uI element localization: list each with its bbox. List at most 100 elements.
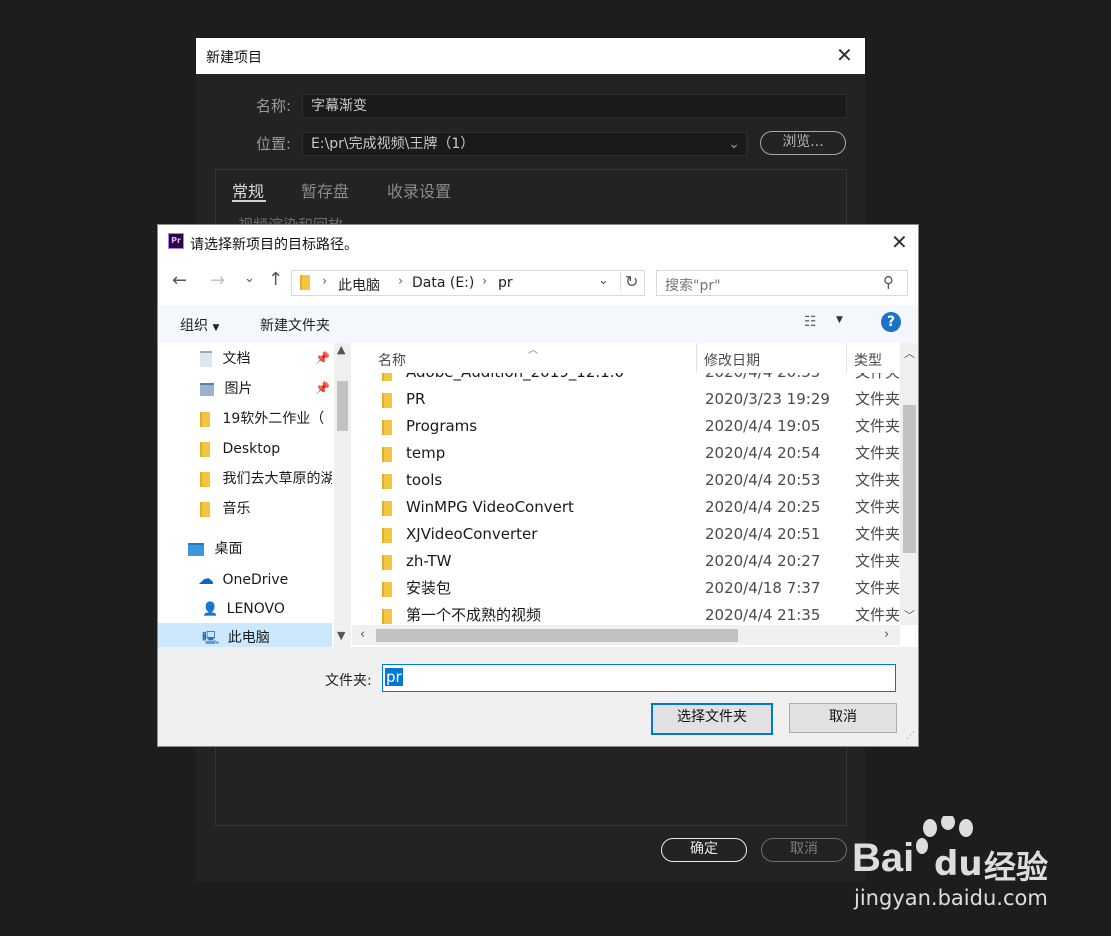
- file-name: Programs: [406, 417, 478, 435]
- table-row[interactable]: zh-TW 2020/4/4 20:27 文件夹: [352, 548, 900, 575]
- project-name-field[interactable]: 字幕渐变: [302, 94, 847, 118]
- tab-ingest-settings[interactable]: 收录设置: [387, 178, 451, 202]
- search-box[interactable]: 搜索"pr" ⚲: [656, 270, 908, 296]
- folder-picker-footer: 文件夹: pr 选择文件夹 取消 ⋰: [158, 647, 918, 746]
- close-icon[interactable]: ✕: [836, 44, 853, 66]
- table-row[interactable]: temp 2020/4/4 20:54 文件夹: [352, 440, 900, 467]
- new-folder-button[interactable]: 新建文件夹: [260, 315, 330, 335]
- forward-arrow-icon[interactable]: →: [210, 270, 225, 291]
- table-row[interactable]: XJVideoConverter 2020/4/4 20:51 文件夹: [352, 521, 900, 548]
- new-project-titlebar: 新建项目 ✕: [196, 38, 865, 74]
- tab-general[interactable]: 常规: [232, 178, 264, 202]
- file-name: zh-TW: [406, 552, 452, 570]
- search-icon[interactable]: ⚲: [883, 273, 894, 291]
- sidebar-item-pictures[interactable]: 图片: [200, 374, 330, 404]
- search-placeholder: 搜索"pr": [665, 278, 721, 294]
- folder-icon: [200, 471, 210, 487]
- user-icon: 👤: [202, 602, 219, 617]
- ok-button[interactable]: 确定: [661, 838, 747, 862]
- file-list-hscroll-thumb[interactable]: [376, 629, 738, 642]
- sidebar-item-desktop-folder[interactable]: Desktop: [200, 434, 332, 464]
- recent-locations-chevron-icon[interactable]: ⌄: [244, 271, 255, 286]
- baidu-jingyan-watermark: Bai du 经验 jingyan.baidu.com: [852, 816, 1062, 916]
- folder-icon: [200, 411, 210, 427]
- pin-icon[interactable]: 📌: [315, 351, 330, 365]
- address-bar[interactable]: › 此电脑 › Data (E:) › pr ⌄ ↻: [291, 270, 645, 296]
- column-header-name[interactable]: 名称: [378, 350, 406, 370]
- active-tab-underline: [232, 200, 266, 202]
- folder-icon: [382, 447, 392, 462]
- sidebar-item-onedrive[interactable]: ☁ OneDrive: [198, 564, 338, 594]
- folder-name-input[interactable]: pr: [382, 664, 896, 692]
- breadcrumb-this-pc[interactable]: 此电脑: [338, 275, 380, 295]
- table-row[interactable]: 第一个不成熟的视频 2020/4/4 21:35 文件夹: [352, 602, 900, 625]
- scroll-up-icon[interactable]: ︿: [904, 345, 915, 361]
- scroll-left-icon[interactable]: ‹: [360, 627, 365, 642]
- organize-menu[interactable]: 组织 ▼: [180, 315, 219, 335]
- view-options-icon[interactable]: ☷: [804, 314, 817, 330]
- file-date: 2020/4/4 19:05: [705, 417, 821, 435]
- location-dropdown[interactable]: E:\pr\完成视频\王牌（1） ⌄: [302, 132, 747, 156]
- column-header-date[interactable]: 修改日期: [704, 350, 760, 370]
- sidebar-scroll-thumb[interactable]: [337, 381, 348, 431]
- table-row[interactable]: Programs 2020/4/4 19:05 文件夹: [352, 413, 900, 440]
- up-arrow-icon[interactable]: ↑: [268, 269, 283, 290]
- sidebar-item-music[interactable]: 音乐: [200, 494, 332, 524]
- folder-label: 文件夹:: [325, 673, 372, 689]
- breadcrumb-data-e[interactable]: Data (E:): [412, 275, 474, 291]
- caret-down-icon[interactable]: ▼: [836, 315, 843, 325]
- sidebar-item-documents[interactable]: 文档: [200, 344, 330, 374]
- folder-icon: [382, 474, 392, 489]
- file-type: 文件夹: [855, 390, 900, 408]
- table-row[interactable]: tools 2020/4/4 20:53 文件夹: [352, 467, 900, 494]
- sidebar-item-folder-19[interactable]: 19软外二作业（: [200, 404, 332, 434]
- caret-down-icon: ▼: [212, 323, 220, 333]
- table-row[interactable]: 安装包 2020/4/18 7:37 文件夹: [352, 575, 900, 602]
- chevron-right-icon: ›: [482, 274, 488, 289]
- file-date: 2020/4/4 20:51: [705, 525, 821, 543]
- folder-icon: [382, 582, 392, 597]
- resize-grip-icon[interactable]: ⋰: [906, 731, 915, 741]
- file-date: 2020/4/4 20:53: [705, 471, 821, 489]
- cancel-button-premiere[interactable]: 取消: [761, 838, 847, 862]
- table-row[interactable]: PR 2020/3/23 19:29 文件夹: [352, 386, 900, 413]
- close-icon[interactable]: ✕: [891, 230, 908, 254]
- file-type: 文件夹: [855, 552, 900, 570]
- back-arrow-icon[interactable]: ←: [172, 270, 187, 291]
- select-folder-button[interactable]: 选择文件夹: [651, 703, 773, 735]
- file-type: 文件夹: [855, 471, 900, 489]
- table-row[interactable]: WinMPG VideoConvert 2020/4/4 20:25 文件夹: [352, 494, 900, 521]
- file-date: 2020/4/4 20:27: [705, 552, 821, 570]
- scroll-up-icon[interactable]: ▲: [337, 343, 345, 356]
- sidebar-item-this-pc[interactable]: 🖳 此电脑: [202, 623, 332, 647]
- file-list-scroll-thumb[interactable]: [903, 405, 916, 553]
- scroll-right-icon[interactable]: ›: [884, 627, 889, 642]
- sidebar-item-desktop[interactable]: 桌面: [188, 534, 328, 564]
- file-type: 文件夹: [855, 444, 900, 462]
- pin-icon[interactable]: 📌: [315, 381, 330, 395]
- file-date: 2020/4/18 7:37: [705, 579, 821, 597]
- breadcrumb-pr[interactable]: pr: [498, 275, 513, 291]
- help-icon[interactable]: ?: [881, 312, 901, 332]
- sidebar-item-lenovo[interactable]: 👤 LENOVO: [202, 594, 342, 624]
- file-type: 文件夹: [855, 373, 900, 386]
- file-date: 2020/3/23 19:29: [705, 390, 830, 408]
- sidebar-item-grassland[interactable]: 我们去大草原的湖: [200, 464, 332, 494]
- file-name: 安装包: [406, 579, 452, 597]
- computer-icon: 🖳: [202, 631, 220, 646]
- scroll-down-icon[interactable]: ▼: [337, 629, 345, 642]
- table-row[interactable]: Adobe_Audition_2019_12.1.0 2020/4/4 20:55…: [352, 373, 900, 386]
- tab-scratch-disks[interactable]: 暂存盘: [301, 178, 349, 202]
- chevron-down-icon[interactable]: ⌄: [598, 273, 609, 288]
- chevron-right-icon: ›: [398, 274, 404, 289]
- folder-icon: [382, 528, 392, 543]
- scroll-down-icon[interactable]: ﹀: [904, 607, 915, 623]
- column-header-type[interactable]: 类型: [854, 350, 882, 370]
- file-date: 2020/4/4 21:35: [705, 606, 821, 624]
- file-date: 2020/4/4 20:25: [705, 498, 821, 516]
- new-project-title: 新建项目: [206, 50, 262, 66]
- watermark-url: jingyan.baidu.com: [854, 886, 1048, 910]
- browse-button[interactable]: 浏览...: [760, 131, 846, 155]
- cancel-button[interactable]: 取消: [789, 703, 897, 733]
- refresh-icon[interactable]: ↻: [620, 272, 638, 291]
